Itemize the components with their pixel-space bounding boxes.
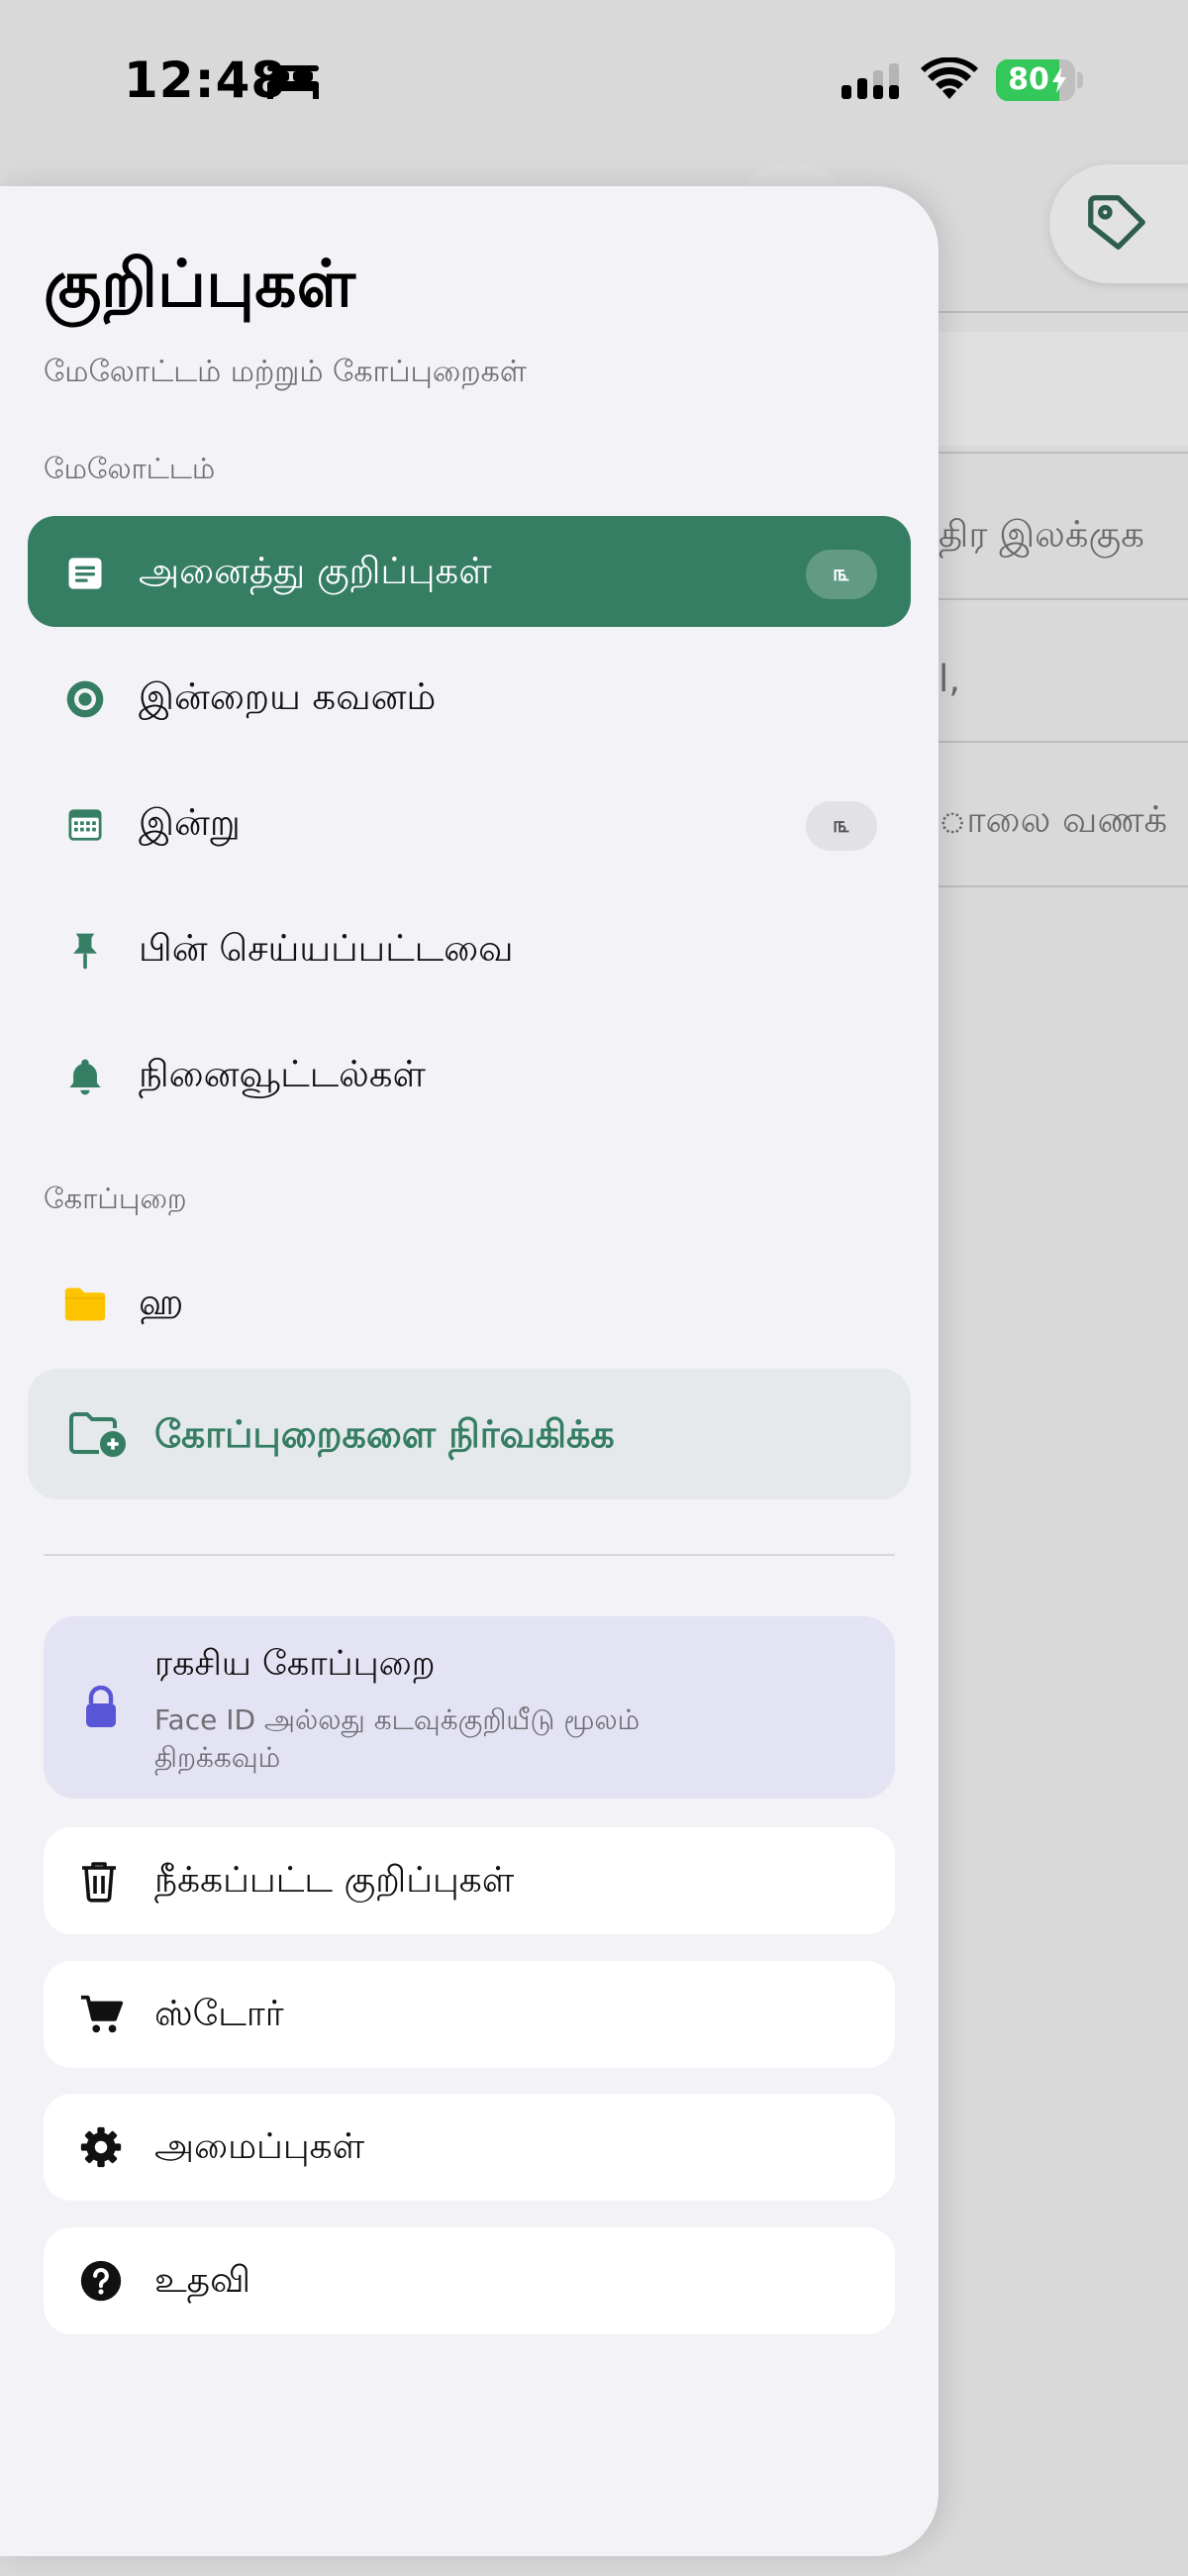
tag-icon [1088,195,1145,250]
section-label-folders: கோப்புறை [44,1182,187,1215]
secret-folder-subtitle: Face ID அல்லது கடவுக்குறியீடு மூலம் திறக… [154,1703,641,1774]
background-note-text: திர இலக்குக [939,513,1144,556]
store-button[interactable]: ஸ்டோர் [44,1961,895,2068]
count-badge: ௩ [806,801,877,851]
help-icon [80,2260,122,2302]
charging-bolt-icon [1052,67,1066,93]
nav-item-today[interactable]: இன்று ௩ [28,768,911,878]
folder-add-icon [69,1412,126,1457]
nav-item-label: இன்றைய கவனம் [139,675,437,718]
count-badge: ௩ [806,550,877,599]
drawer-divider [44,1554,895,1556]
manage-folders-button[interactable]: கோப்புறைகளை நிர்வகிக்க [28,1369,911,1499]
status-bar: 12:48 80 [0,0,1188,158]
nav-item-label: பின் செய்யப்பட்டவை [139,927,514,970]
bed-icon [267,65,319,99]
settings-label: அமைப்புகள் [154,2126,365,2167]
gear-icon [80,2126,122,2168]
secret-folder-button[interactable]: ரகசிய கோப்புறை Face ID அல்லது கடவுக்குறி… [44,1616,895,1799]
focus-icon [66,680,104,718]
drawer-title: குறிப்புகள் [44,246,356,322]
nav-item-reminders[interactable]: நினைவூட்டல்கள் [28,1019,911,1130]
deleted-notes-label: நீக்கப்பட்ட குறிப்புகள் [154,1860,515,1901]
cellular-signal-icon [842,63,899,99]
store-label: ஸ்டோர் [154,1994,284,2034]
folder-label: ஹ [139,1281,184,1323]
drawer-subtitle: மேலோட்டம் மற்றும் கோப்புறைகள் [44,355,527,389]
background-divider [931,741,1188,743]
tags-button[interactable] [1049,164,1188,283]
status-time: 12:48 [124,52,287,109]
nav-item-label: நினைவூட்டல்கள் [139,1053,426,1095]
navigation-drawer: குறிப்புகள் மேலோட்டம் மற்றும் கோப்புறைகள… [0,186,939,2556]
background-divider [931,885,1188,887]
nav-item-todays-focus[interactable]: இன்றைய கவனம் [28,642,911,753]
battery-indicator: 80 [996,59,1083,101]
bell-icon [69,1059,101,1095]
folder-item[interactable]: ஹ [28,1247,911,1358]
settings-button[interactable]: அமைப்புகள் [44,2094,895,2201]
nav-item-label: இன்று [139,801,241,844]
help-label: உதவி [154,2260,251,2301]
calendar-icon [68,809,102,841]
folder-icon [64,1288,106,1321]
background-divider [931,311,1188,313]
background-note-text: ாலை வணக் [939,798,1168,841]
cart-icon [80,1995,124,2033]
trash-icon [82,1862,116,1903]
help-button[interactable]: உதவி [44,2227,895,2334]
deleted-notes-button[interactable]: நீக்கப்பட்ட குறிப்புகள் [44,1827,895,1934]
nav-item-pinned[interactable]: பின் செய்யப்பட்டவை [28,893,911,1004]
secret-folder-title: ரகசிய கோப்புறை [154,1644,436,1684]
lock-icon [86,1686,116,1727]
manage-folders-label: கோப்புறைகளை நிர்வகிக்க [154,1412,615,1456]
background-divider [931,452,1188,454]
pin-icon [73,933,97,970]
background-note-text: l, [939,658,961,700]
background-divider [931,598,1188,600]
nav-item-all-notes[interactable]: அனைத்து குறிப்புகள் ௩ [28,516,911,627]
notes-icon [68,558,102,589]
section-label-overview: மேலோட்டம் [44,452,216,485]
wifi-icon [921,57,978,99]
nav-item-label: அனைத்து குறிப்புகள் [139,550,492,592]
